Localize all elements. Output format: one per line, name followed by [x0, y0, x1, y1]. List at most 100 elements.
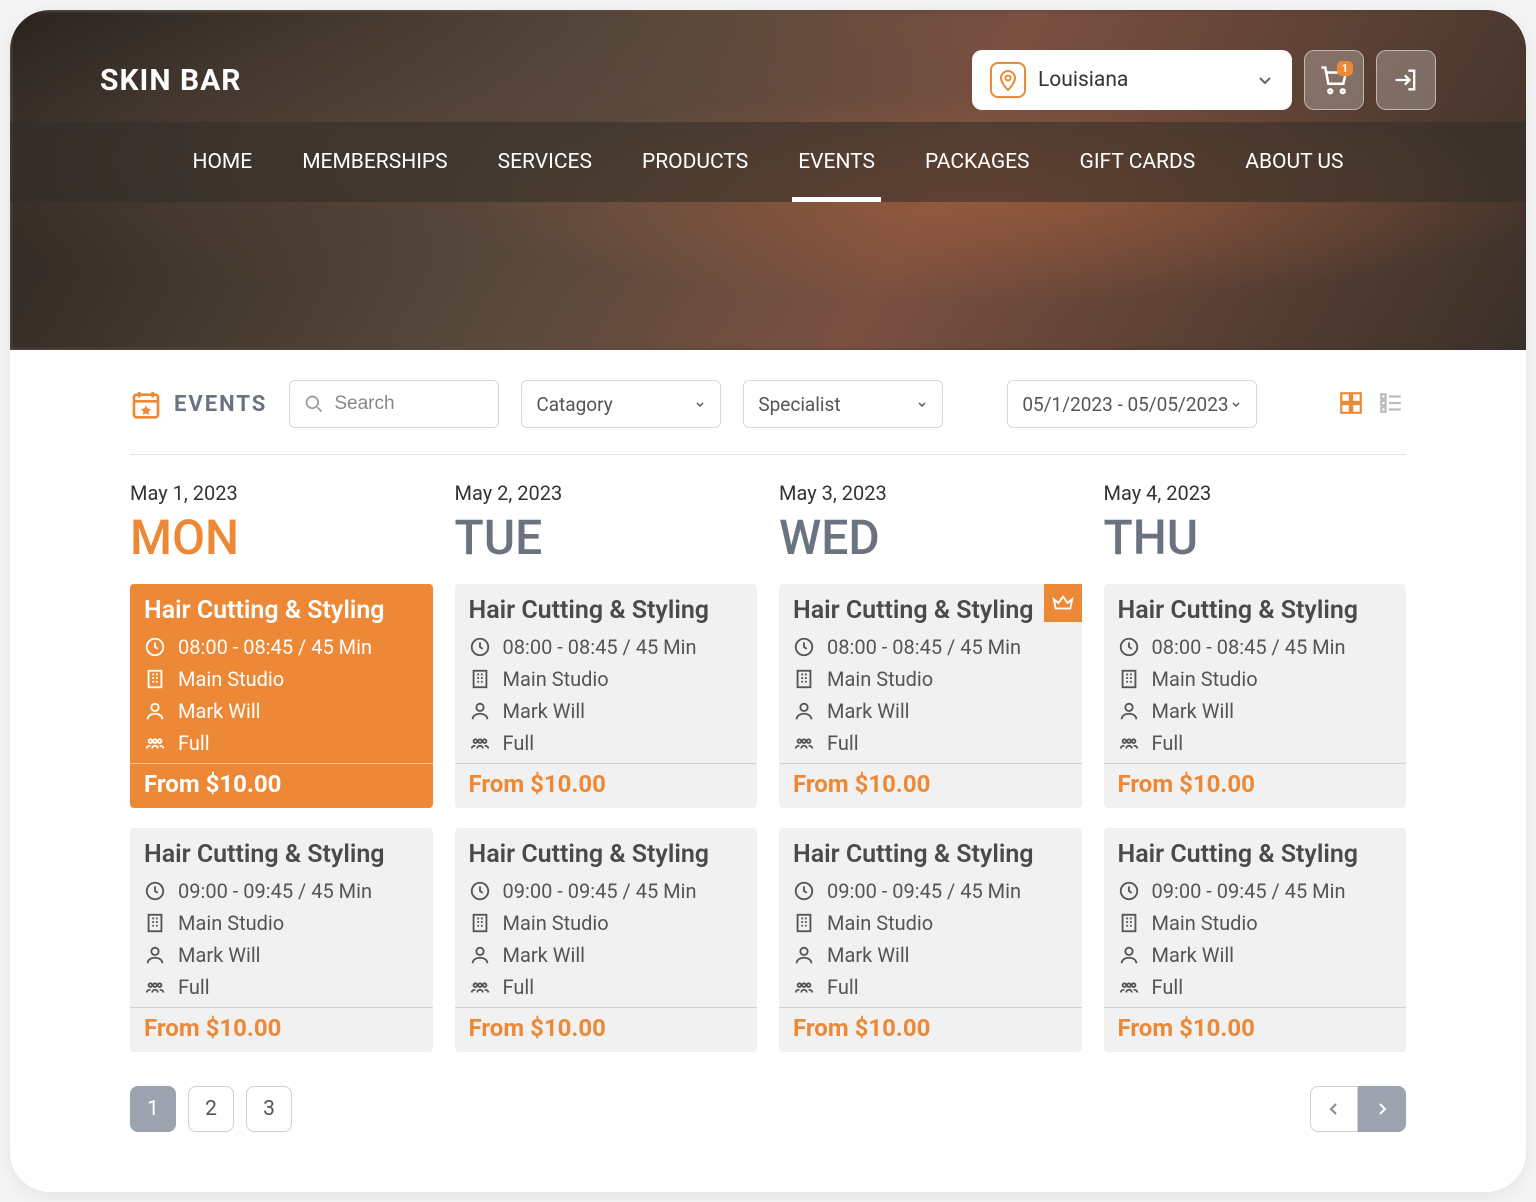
content-area: EVENTS Catagory Specialist 05/1/2023 - 0… [10, 350, 1526, 1162]
app-frame: SKIN BAR Louisiana 1 [10, 10, 1526, 1192]
event-capacity: Full [1152, 731, 1184, 755]
event-studio: Main Studio [827, 667, 933, 691]
nav-memberships[interactable]: MEMBERSHIPS [302, 122, 447, 202]
clock-icon [469, 880, 491, 902]
chevron-down-icon [1230, 398, 1242, 410]
event-time: 09:00 - 09:45 / 45 Min [503, 879, 697, 903]
pagination: 1 2 3 [130, 1086, 1406, 1132]
event-time: 08:00 - 08:45 / 45 Min [178, 635, 372, 659]
person-icon [469, 700, 491, 722]
event-specialist: Mark Will [503, 943, 586, 967]
clock-icon [469, 636, 491, 658]
event-card[interactable]: Hair Cutting & Styling 09:00 - 09:45 / 4… [130, 828, 433, 1052]
login-button[interactable] [1376, 50, 1436, 110]
capacity-icon [1118, 732, 1140, 754]
person-icon [793, 700, 815, 722]
event-card[interactable]: Hair Cutting & Styling 08:00 - 08:45 / 4… [1104, 584, 1407, 808]
prev-page-button[interactable] [1310, 1086, 1358, 1132]
event-capacity: Full [178, 975, 210, 999]
cart-button[interactable]: 1 [1304, 50, 1364, 110]
nav-services[interactable]: SERVICES [498, 122, 592, 202]
top-actions: Louisiana 1 [972, 50, 1436, 110]
building-icon [469, 912, 491, 934]
grid-view-button[interactable] [1338, 390, 1366, 418]
nav-events[interactable]: EVENTS [798, 122, 875, 202]
capacity-icon [1118, 976, 1140, 998]
day-name: WED [779, 509, 1082, 566]
event-time: 08:00 - 08:45 / 45 Min [827, 635, 1021, 659]
person-icon [144, 700, 166, 722]
event-specialist: Mark Will [827, 699, 910, 723]
capacity-icon [793, 976, 815, 998]
brand-logo: SKIN BAR [100, 63, 241, 98]
nav-packages[interactable]: PACKAGES [925, 122, 1030, 202]
event-studio: Main Studio [1152, 667, 1258, 691]
day-column: May 1, 2023 MON Hair Cutting & Styling 0… [130, 481, 433, 1072]
event-time: 09:00 - 09:45 / 45 Min [178, 879, 372, 903]
chevron-down-icon [694, 398, 706, 410]
search-box[interactable] [289, 380, 499, 428]
event-time: 08:00 - 08:45 / 45 Min [503, 635, 697, 659]
event-time: 08:00 - 08:45 / 45 Min [1152, 635, 1346, 659]
day-date: May 2, 2023 [455, 481, 758, 505]
premium-badge [1044, 584, 1082, 622]
building-icon [144, 668, 166, 690]
clock-icon [1118, 880, 1140, 902]
calendar-star-icon [130, 388, 162, 420]
nav-gift-cards[interactable]: GIFT CARDS [1080, 122, 1196, 202]
specialist-dropdown[interactable]: Specialist [743, 380, 943, 428]
event-capacity: Full [827, 731, 859, 755]
event-title: Hair Cutting & Styling [469, 596, 744, 625]
event-title: Hair Cutting & Styling [469, 840, 744, 869]
event-specialist: Mark Will [1152, 699, 1235, 723]
day-name: MON [130, 509, 433, 566]
page-numbers: 1 2 3 [130, 1086, 292, 1132]
building-icon [793, 668, 815, 690]
person-icon [1118, 700, 1140, 722]
capacity-icon [144, 732, 166, 754]
view-toggle-group [1338, 390, 1406, 418]
event-price: From $10.00 [793, 770, 1068, 798]
page-1[interactable]: 1 [130, 1086, 176, 1132]
page-2[interactable]: 2 [188, 1086, 234, 1132]
page-3[interactable]: 3 [246, 1086, 292, 1132]
event-studio: Main Studio [503, 667, 609, 691]
nav-about[interactable]: ABOUT US [1245, 122, 1343, 202]
specialist-value: Specialist [758, 393, 840, 416]
date-range-dropdown[interactable]: 05/1/2023 - 05/05/2023 [1007, 380, 1257, 428]
top-bar: SKIN BAR Louisiana 1 [100, 50, 1436, 110]
event-card[interactable]: Hair Cutting & Styling 09:00 - 09:45 / 4… [455, 828, 758, 1052]
clock-icon [793, 880, 815, 902]
event-studio: Main Studio [827, 911, 933, 935]
event-specialist: Mark Will [827, 943, 910, 967]
calendar-grid: May 1, 2023 MON Hair Cutting & Styling 0… [130, 481, 1406, 1072]
location-pin-icon [990, 62, 1026, 98]
nav-products[interactable]: PRODUCTS [642, 122, 748, 202]
event-studio: Main Studio [178, 667, 284, 691]
event-title: Hair Cutting & Styling [793, 596, 1068, 625]
event-specialist: Mark Will [503, 699, 586, 723]
clock-icon [793, 636, 815, 658]
event-card[interactable]: Hair Cutting & Styling 08:00 - 08:45 / 4… [779, 584, 1082, 808]
event-title: Hair Cutting & Styling [1118, 840, 1393, 869]
event-card[interactable]: Hair Cutting & Styling 08:00 - 08:45 / 4… [455, 584, 758, 808]
event-studio: Main Studio [178, 911, 284, 935]
location-dropdown[interactable]: Louisiana [972, 50, 1292, 110]
person-icon [469, 944, 491, 966]
event-card[interactable]: Hair Cutting & Styling 09:00 - 09:45 / 4… [779, 828, 1082, 1052]
search-input[interactable] [334, 393, 484, 415]
event-card[interactable]: Hair Cutting & Styling 08:00 - 08:45 / 4… [130, 584, 433, 808]
event-title: Hair Cutting & Styling [793, 840, 1068, 869]
nav-home[interactable]: HOME [192, 122, 252, 202]
category-dropdown[interactable]: Catagory [521, 380, 721, 428]
event-card[interactable]: Hair Cutting & Styling 09:00 - 09:45 / 4… [1104, 828, 1407, 1052]
event-price: From $10.00 [144, 1014, 419, 1042]
next-page-button[interactable] [1358, 1086, 1406, 1132]
list-view-button[interactable] [1378, 390, 1406, 418]
event-studio: Main Studio [503, 911, 609, 935]
event-studio: Main Studio [1152, 911, 1258, 935]
day-name: THU [1104, 509, 1407, 566]
day-date: May 4, 2023 [1104, 481, 1407, 505]
page-title-group: EVENTS [130, 388, 267, 420]
event-price: From $10.00 [1118, 1014, 1393, 1042]
